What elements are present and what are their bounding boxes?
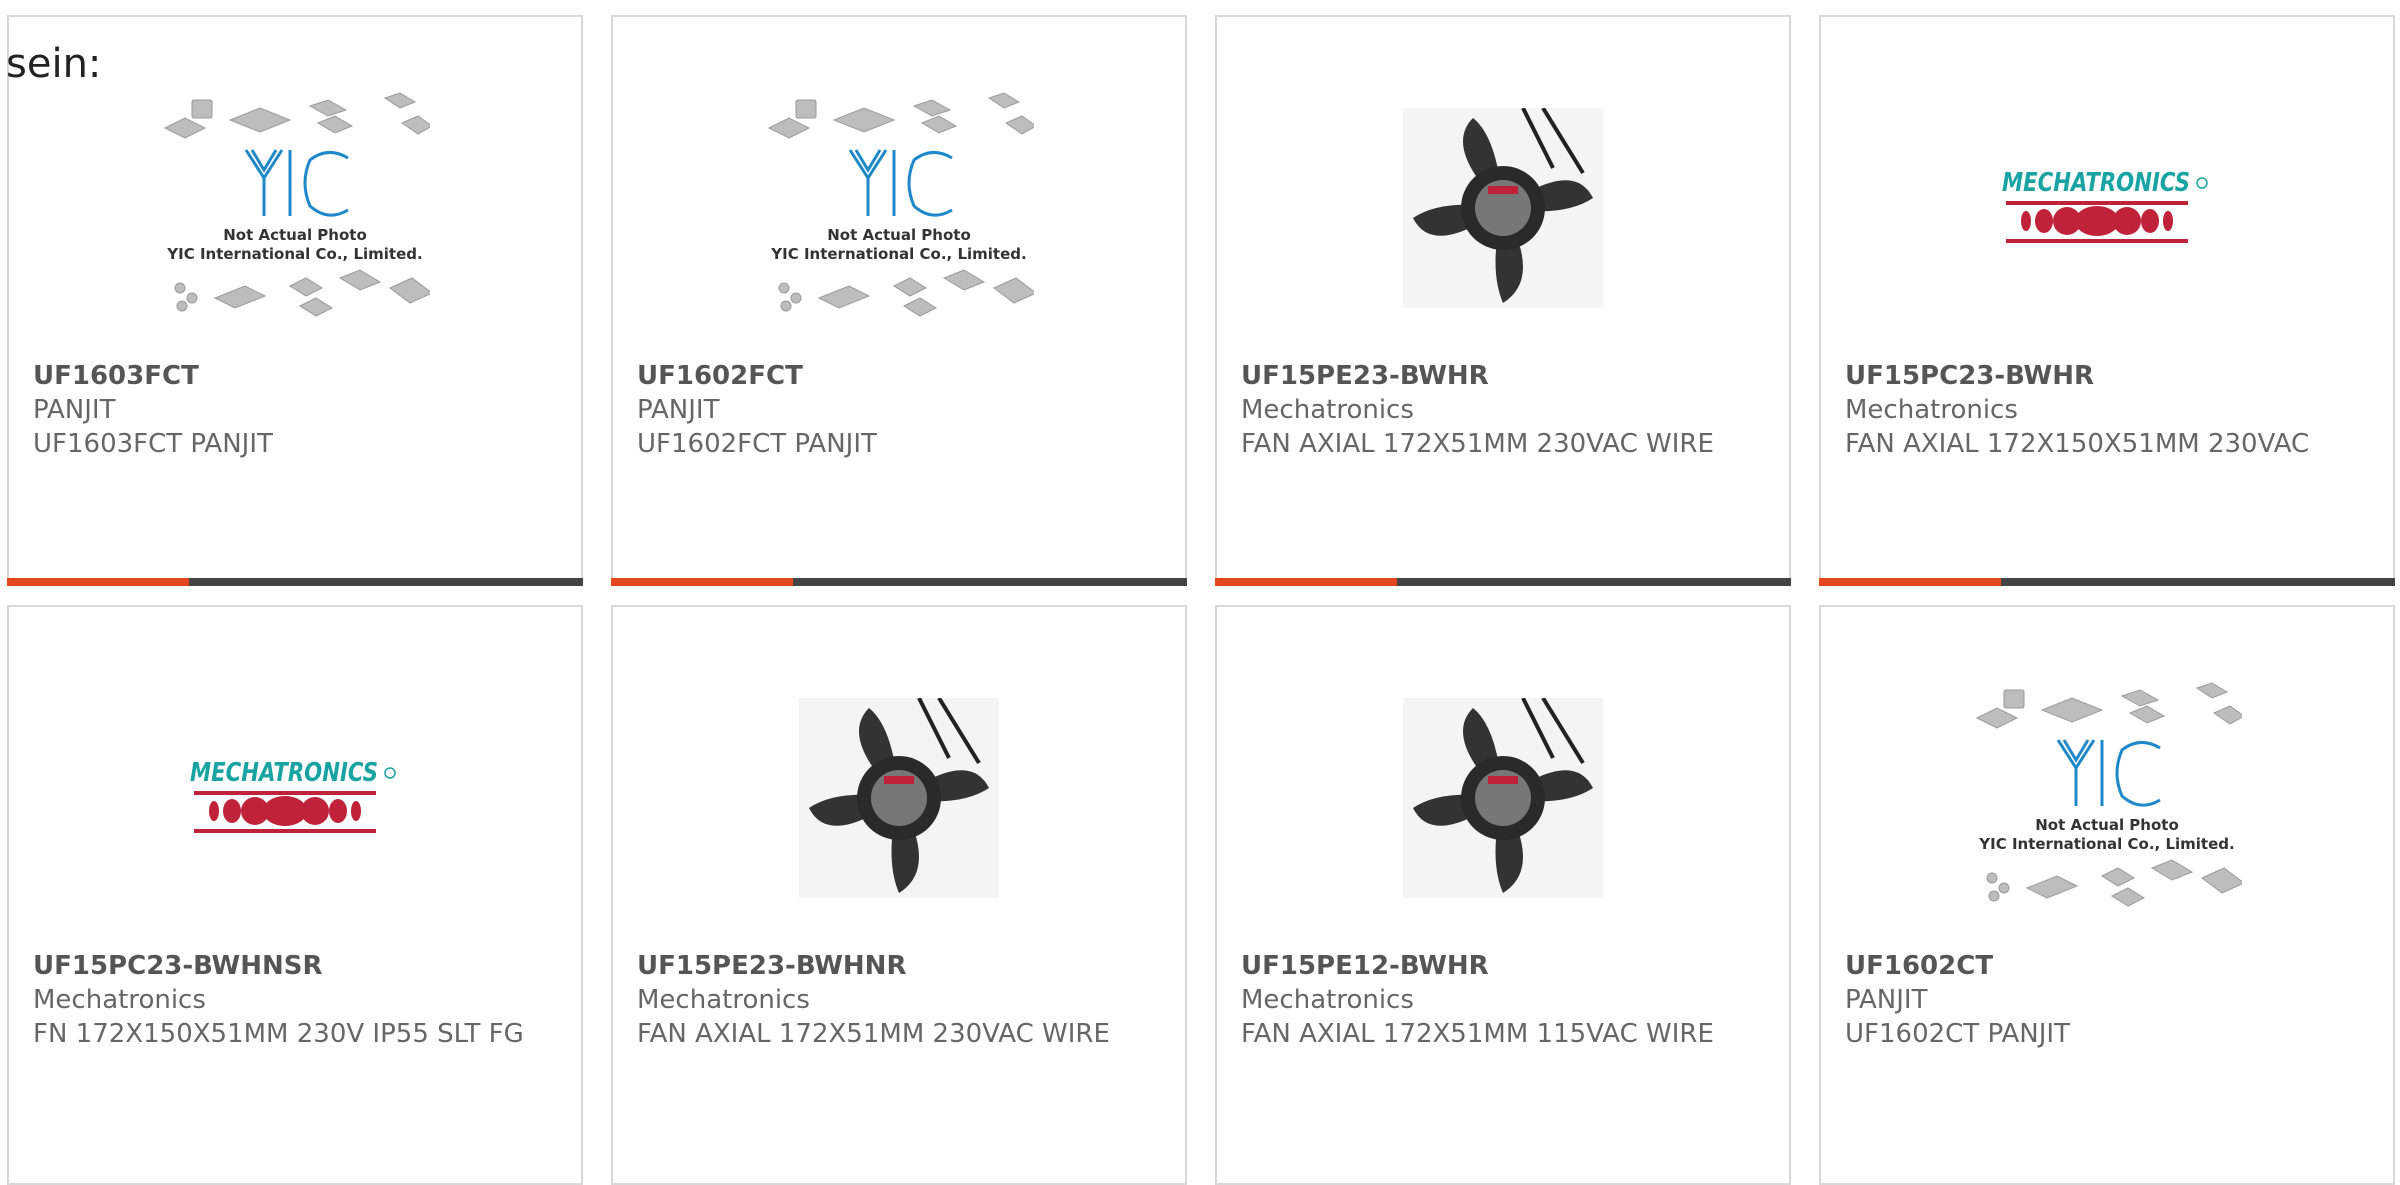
part-number: UF15PE23-BWHR [1241, 361, 1489, 391]
part-number: UF1602CT [1845, 951, 1994, 981]
card-accent-bar [7, 578, 583, 586]
product-card[interactable]: Not Actual Photo YIC International Co., … [1819, 605, 2395, 1185]
card-accent-bar [1215, 578, 1791, 586]
product-image: MECHATRONICS [1821, 73, 2393, 343]
description: FAN AXIAL 172X51MM 230VAC WIRE [637, 1019, 1110, 1049]
product-card[interactable]: Not Actual Photo YIC International Co., … [611, 15, 1187, 586]
product-image [1217, 73, 1789, 343]
manufacturer: Mechatronics [1845, 395, 2018, 425]
fan-image [1403, 698, 1603, 898]
placeholder-photo-image: Not Actual Photo YIC International Co., … [1975, 682, 2242, 907]
product-image [613, 663, 1185, 933]
placeholder-line-1: Not Actual Photo [2035, 816, 2179, 834]
product-card[interactable]: UF15PE23-BWHR Mechatronics FAN AXIAL 172… [1215, 15, 1791, 586]
product-image: Not Actual Photo YIC International Co., … [9, 73, 581, 343]
placeholder-photo-image: Not Actual Photo YIC International Co., … [767, 92, 1034, 317]
fan-image [1403, 108, 1603, 308]
product-card[interactable]: MECHATRONICS UF15PC23-BWHR Mechatronics [1819, 15, 2395, 586]
product-card[interactable]: MECHATRONICS UF15PC23-BWHNSR Mechatronic… [7, 605, 583, 1185]
description: FN 172X150X51MM 230V IP55 SLT FG [33, 1019, 524, 1049]
placeholder-photo-image: Not Actual Photo YIC International Co., … [163, 92, 430, 317]
description: UF1602FCT PANJIT [637, 429, 877, 459]
product-card[interactable]: UF15PE23-BWHNR Mechatronics FAN AXIAL 17… [611, 605, 1187, 1185]
description: UF1603FCT PANJIT [33, 429, 273, 459]
part-number: UF15PC23-BWHNSR [33, 951, 323, 981]
placeholder-line-2: YIC International Co., Limited. [166, 245, 422, 263]
product-image: Not Actual Photo YIC International Co., … [613, 73, 1185, 343]
mechatronics-logo: MECHATRONICS [2002, 168, 2208, 243]
logo-text: MECHATRONICS [190, 758, 378, 788]
description: FAN AXIAL 172X150X51MM 230VAC [1845, 429, 2310, 459]
product-image: MECHATRONICS [9, 663, 581, 933]
placeholder-line-1: Not Actual Photo [827, 226, 971, 244]
placeholder-line-1: Not Actual Photo [223, 226, 367, 244]
manufacturer: Mechatronics [637, 985, 810, 1015]
manufacturer: PANJIT [33, 395, 116, 425]
intro-text: sein: [6, 41, 102, 87]
mechatronics-logo: MECHATRONICS [190, 758, 396, 833]
description: FAN AXIAL 172X51MM 230VAC WIRE [1241, 429, 1714, 459]
product-card[interactable]: Not Actual Photo YIC International Co., … [7, 15, 583, 586]
placeholder-line-2: YIC International Co., Limited. [770, 245, 1026, 263]
product-grid: Not Actual Photo YIC International Co., … [0, 0, 2400, 1185]
manufacturer: PANJIT [637, 395, 720, 425]
manufacturer: PANJIT [1845, 985, 1928, 1015]
part-number: UF15PE23-BWHNR [637, 951, 907, 981]
manufacturer: Mechatronics [1241, 985, 1414, 1015]
part-number: UF1602FCT [637, 361, 803, 391]
logo-text: MECHATRONICS [2002, 168, 2190, 198]
part-number: UF1603FCT [33, 361, 199, 391]
fan-image [799, 698, 999, 898]
manufacturer: Mechatronics [33, 985, 206, 1015]
product-image: Not Actual Photo YIC International Co., … [1821, 663, 2393, 933]
description: UF1602CT PANJIT [1845, 1019, 2070, 1049]
product-image [1217, 663, 1789, 933]
placeholder-line-2: YIC International Co., Limited. [1978, 835, 2234, 853]
product-card[interactable]: UF15PE12-BWHR Mechatronics FAN AXIAL 172… [1215, 605, 1791, 1185]
part-number: UF15PC23-BWHR [1845, 361, 2095, 391]
description: FAN AXIAL 172X51MM 115VAC WIRE [1241, 1019, 1714, 1049]
card-accent-bar [611, 578, 1187, 586]
manufacturer: Mechatronics [1241, 395, 1414, 425]
card-accent-bar [1819, 578, 2395, 586]
part-number: UF15PE12-BWHR [1241, 951, 1489, 981]
